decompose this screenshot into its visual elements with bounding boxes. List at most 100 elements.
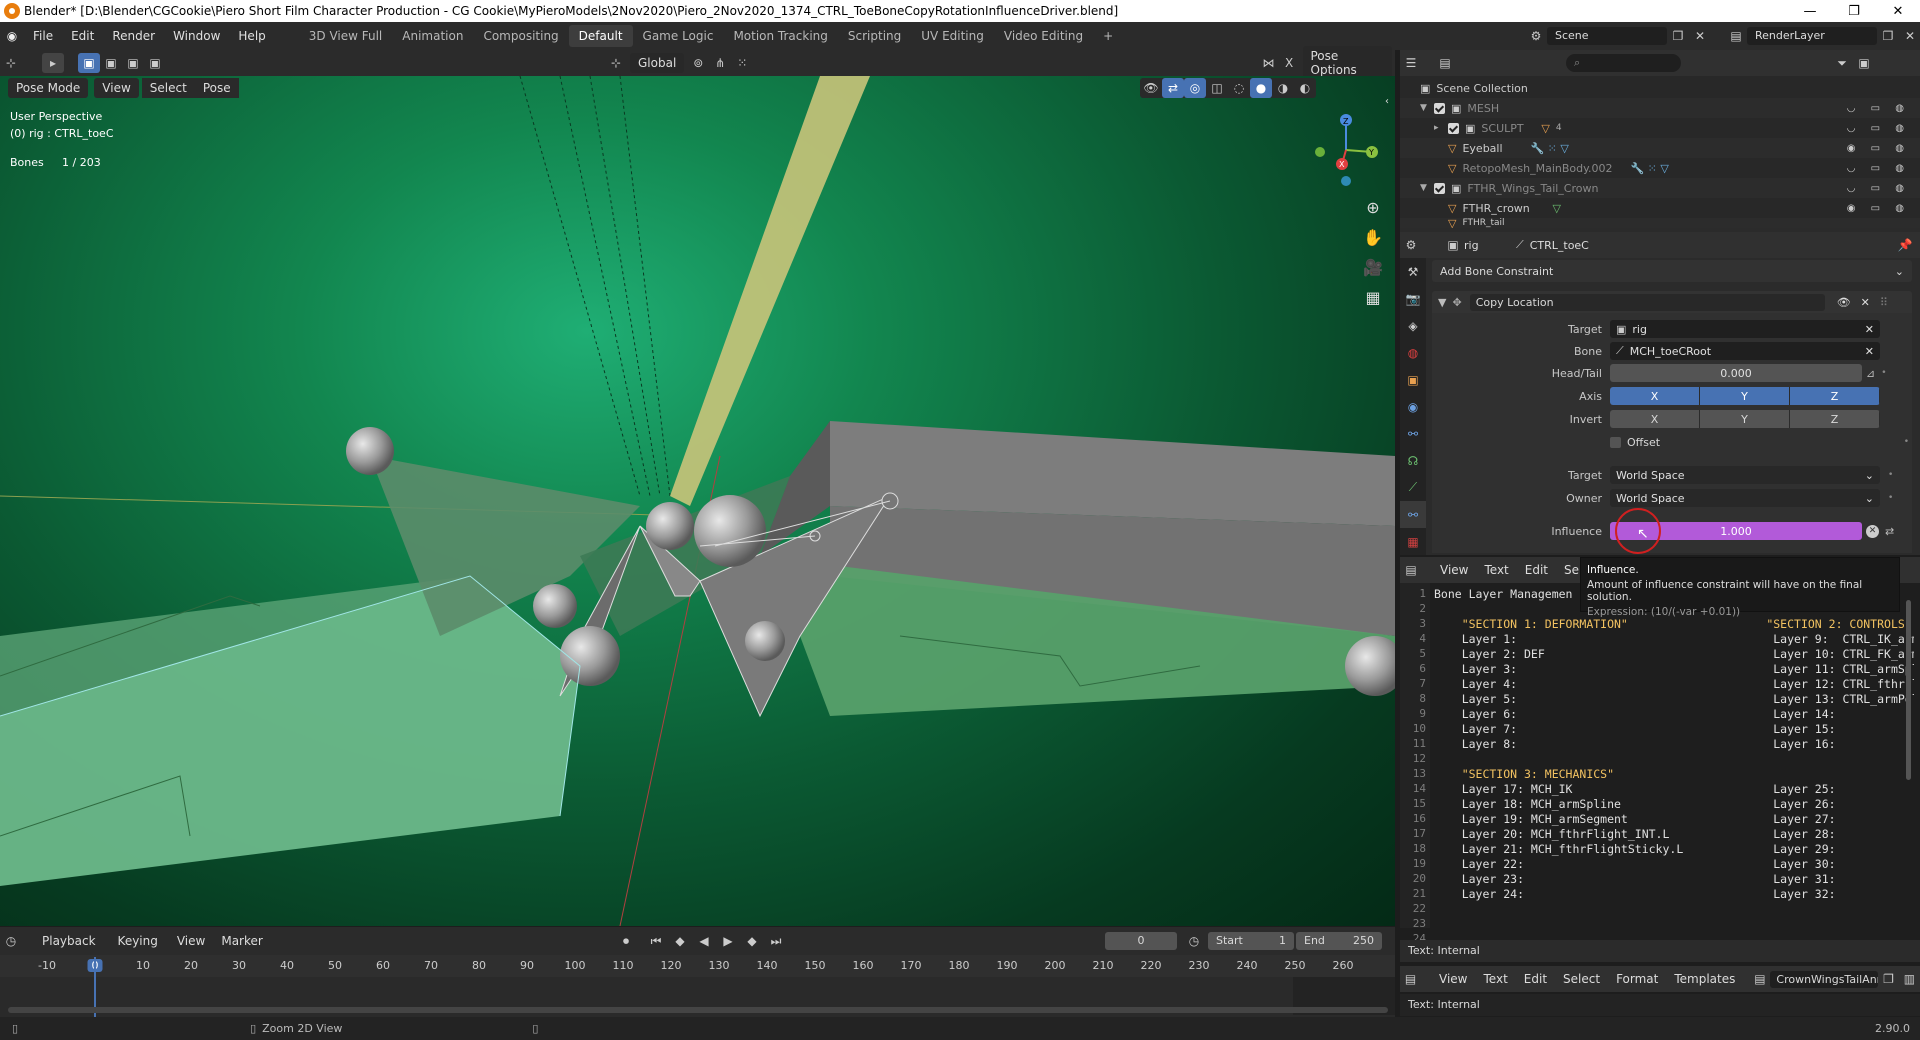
add-workspace-button[interactable]: + (1093, 25, 1123, 47)
timeline-scrollbar[interactable] (8, 1007, 1388, 1013)
new-layer-icon[interactable]: ❐ (1877, 26, 1899, 46)
constraint-delete-icon[interactable]: ✕ (1861, 296, 1870, 309)
playback-dropdown[interactable]: Playback (34, 931, 104, 951)
tab-physics-icon[interactable]: ◉ (1400, 393, 1426, 420)
gizmo-icon[interactable]: ⇄ (1162, 78, 1184, 98)
disable-keep-temp-icon[interactable]: ✕ (1866, 524, 1879, 538)
tab-game-logic[interactable]: Game Logic (633, 25, 724, 47)
timeline-area[interactable]: -100102030405060708090100110120130140150… (0, 955, 1395, 1017)
menu-text[interactable]: Text (1476, 969, 1516, 989)
menu-help[interactable]: Help (229, 29, 274, 43)
close-window-button[interactable]: ✕ (1876, 0, 1920, 22)
expand-icon[interactable]: ▸ (1434, 123, 1448, 133)
clear-target-icon[interactable]: ✕ (1865, 323, 1874, 336)
menu-marker[interactable]: Marker (213, 931, 270, 951)
visibility-toggles-icon[interactable]: ◡ ▭ ◍ (1847, 163, 1910, 174)
overlay-icon[interactable]: ◎ (1184, 78, 1206, 98)
tab-compositing[interactable]: Compositing (473, 25, 568, 47)
select-box-icon[interactable]: ▣ (78, 53, 100, 73)
wireframe-shading-icon[interactable]: ◌ (1228, 78, 1250, 98)
outliner-row-mesh[interactable]: ▼ ▣ MESH ◡ ▭ ◍ (1400, 98, 1920, 118)
xray-icon[interactable]: ◫ (1206, 78, 1228, 98)
menu-render[interactable]: Render (103, 29, 164, 43)
visibility-toggles-icon[interactable]: ◡ ▭ ◍ (1847, 103, 1910, 114)
menu-templates[interactable]: Templates (1666, 969, 1743, 989)
renderlayer-icon[interactable]: ▤ (1725, 26, 1747, 46)
checkbox[interactable] (1434, 102, 1445, 114)
unlink-text-icon[interactable]: ▥ (1899, 969, 1920, 989)
navigation-gizmo[interactable]: Z Y X (1300, 106, 1380, 186)
current-frame-field[interactable]: 0 (1105, 932, 1177, 950)
snap-icon[interactable]: ⋔ (709, 53, 731, 73)
tab-render-icon[interactable]: 📷 (1400, 285, 1426, 312)
axis-x-toggle[interactable]: X (1610, 387, 1700, 405)
bone-field[interactable]: ⟋ MCH_toeCRoot ✕ (1610, 342, 1880, 360)
constraint-header[interactable]: ▼ ✥ Copy Location 👁 ✕ ⠿ (1432, 291, 1912, 313)
tab-armature-data-icon[interactable]: ☊ (1400, 447, 1426, 474)
rendered-shading-icon[interactable]: ◐ (1294, 78, 1316, 98)
menu-view[interactable]: View (1431, 969, 1475, 989)
target-space-dropdown[interactable]: World Space ⌄ (1610, 466, 1880, 484)
minimize-button[interactable]: — (1788, 0, 1832, 22)
mode-dropdown[interactable]: Pose Mode (8, 78, 89, 98)
text-scrollbar[interactable] (1906, 600, 1911, 780)
outliner-row-fthr-collection[interactable]: ▼ ▣ FTHR_Wings_Tail_Crown ◡ ▭ ◍ (1400, 178, 1920, 198)
play-reverse-icon[interactable]: ◀ (693, 931, 715, 951)
zoom-icon[interactable]: ⊕ (1360, 194, 1386, 220)
visibility-toggles-icon[interactable]: ◉ ▭ ◍ (1847, 203, 1910, 214)
tab-motion-tracking[interactable]: Motion Tracking (723, 25, 837, 47)
text-editor-icon[interactable]: ▤ (1400, 560, 1422, 580)
clock-icon[interactable]: ◷ (1183, 931, 1205, 951)
checkbox[interactable] (1448, 122, 1459, 134)
pivot-icon[interactable]: ⊚ (687, 53, 709, 73)
invert-z-toggle[interactable]: Z (1790, 410, 1880, 428)
constraint-eye-icon[interactable]: 👁 (1837, 296, 1851, 309)
solid-shading-icon[interactable]: ● (1250, 78, 1272, 98)
expand-icon[interactable]: ▼ (1420, 183, 1434, 193)
tab-object-icon[interactable]: ▣ (1400, 366, 1426, 393)
keyframe-dot-icon[interactable]: • (1904, 437, 1909, 447)
maximize-button[interactable]: ❐ (1832, 0, 1876, 22)
text-datablock-selector[interactable]: CrownWingsTailAnn... (1770, 970, 1878, 988)
menu-select[interactable]: Select (141, 78, 195, 98)
text-editor2-icon[interactable]: ▤ (1400, 969, 1421, 989)
tab-video-editing[interactable]: Video Editing (994, 25, 1093, 47)
clear-bone-icon[interactable]: ✕ (1865, 345, 1874, 358)
next-keyframe-icon[interactable]: ◆ (741, 931, 763, 951)
mirror-icon[interactable]: ⋈ (1258, 53, 1279, 73)
new-collection-icon[interactable]: ▣ (1853, 53, 1875, 73)
outliner-row-eyeball[interactable]: ▽ Eyeball 🔧 ⁙ ▽ ◉ ▭ ◍ (1400, 138, 1920, 158)
scene-selector[interactable]: Scene (1547, 27, 1667, 45)
axis-y-toggle[interactable]: Y (1700, 387, 1790, 405)
blender-menu-icon[interactable]: ◉ (0, 29, 24, 43)
end-frame-field[interactable]: End 250 (1296, 932, 1382, 950)
visibility-toggles-icon[interactable]: ◡ ▭ ◍ (1847, 183, 1910, 194)
headtail-slider[interactable]: 0.000 (1610, 364, 1862, 382)
new-scene-icon[interactable]: ❐ (1667, 26, 1689, 46)
camera-view-icon[interactable]: 🎥 (1360, 254, 1386, 280)
pan-hand-icon[interactable]: ✋ (1360, 224, 1386, 250)
select-intersect-icon[interactable]: ▣ (144, 53, 166, 73)
text-datablock-icon[interactable]: ▤ (1749, 969, 1770, 989)
outliner-row-fthr-crown[interactable]: ▽ FTHR_crown ▽ ◉ ▭ ◍ (1400, 198, 1920, 218)
tab-scene-icon[interactable]: ◈ (1400, 312, 1426, 339)
orientation-dropdown[interactable]: Global (630, 53, 685, 73)
select-extend-icon[interactable]: ▣ (100, 53, 122, 73)
menu-view[interactable]: View (169, 931, 213, 951)
prev-keyframe-icon[interactable]: ◆ (669, 931, 691, 951)
outliner-row-retopo[interactable]: ▽ RetopoMesh_MainBody.002 🔧 ⁙ ▽ ◡ ▭ ◍ (1400, 158, 1920, 178)
menu-format[interactable]: Format (1608, 969, 1666, 989)
tab-constraints-icon[interactable]: ⚯ (1400, 420, 1426, 447)
material-shading-icon[interactable]: ◑ (1272, 78, 1294, 98)
axis-z-toggle[interactable]: Z (1790, 387, 1880, 405)
start-frame-field[interactable]: Start 1 (1208, 932, 1294, 950)
menu-file[interactable]: File (24, 29, 62, 43)
tab-tool-icon[interactable]: ⚒ (1400, 258, 1426, 285)
tab-texture-icon[interactable]: ▦ (1400, 528, 1426, 555)
filter-icon[interactable]: ⏷ (1831, 53, 1853, 73)
keyframe-dot-icon[interactable]: • (1888, 493, 1893, 503)
editor-type-icon[interactable]: ⊹ (0, 53, 22, 73)
drag-handle-icon[interactable]: ⠿ (1880, 296, 1888, 309)
menu-text[interactable]: Text (1476, 560, 1516, 580)
visibility-toggles-icon[interactable]: ◉ ▭ ◍ (1847, 143, 1910, 154)
